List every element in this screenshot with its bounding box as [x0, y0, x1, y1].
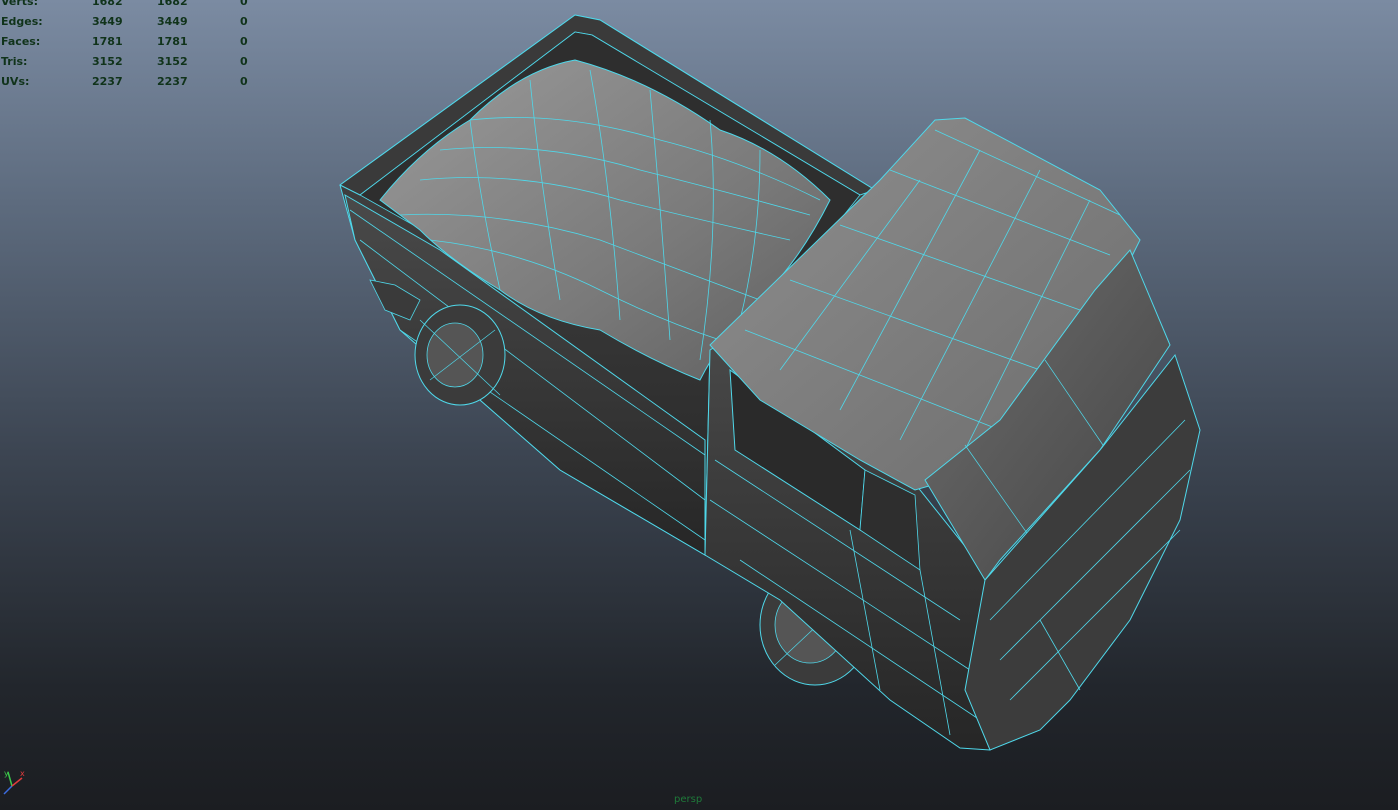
- hud-row-verts: Verts: 1682 1682 0: [0, 0, 260, 12]
- axis-x-label: x: [20, 769, 25, 778]
- axis-z-line: [3, 785, 13, 795]
- truck-model[interactable]: [0, 0, 1398, 810]
- hud-value: 1682: [157, 0, 188, 8]
- hud-row-uvs: UVs: 2237 2237 0: [0, 72, 260, 92]
- hud-value: 3449: [92, 15, 123, 28]
- hud-label: Edges:: [1, 15, 43, 28]
- hud-value: 1682: [92, 0, 123, 8]
- rear-wheel: [414, 304, 506, 406]
- hud-value: 1781: [92, 35, 123, 48]
- view-axis-icon: y x: [3, 769, 25, 795]
- hud-label: Verts:: [1, 0, 39, 8]
- hud-value: 3152: [157, 55, 188, 68]
- hud-value: 3152: [92, 55, 123, 68]
- 3d-viewport[interactable]: Verts: 1682 1682 0 Edges: 3449 3449 0 Fa…: [0, 0, 1398, 810]
- hud-value: 0: [240, 0, 248, 8]
- hud-value: 3449: [157, 15, 188, 28]
- axis-y-label: y: [4, 769, 9, 778]
- hud-label: Tris:: [1, 55, 28, 68]
- hud-value: 2237: [92, 75, 123, 88]
- hud-value: 0: [240, 75, 248, 88]
- hud-value: 2237: [157, 75, 188, 88]
- hud-value: 0: [240, 35, 248, 48]
- hud-row-faces: Faces: 1781 1781 0: [0, 32, 260, 52]
- poly-count-hud: Verts: 1682 1682 0 Edges: 3449 3449 0 Fa…: [0, 0, 260, 92]
- hud-value: 1781: [157, 35, 188, 48]
- hud-row-tris: Tris: 3152 3152 0: [0, 52, 260, 72]
- hud-label: Faces:: [1, 35, 41, 48]
- hud-label: UVs:: [1, 75, 30, 88]
- hud-value: 0: [240, 55, 248, 68]
- camera-name-label: persp: [674, 794, 703, 805]
- hud-value: 0: [240, 15, 248, 28]
- axis-x-line: [11, 777, 23, 787]
- hud-row-edges: Edges: 3449 3449 0: [0, 12, 260, 32]
